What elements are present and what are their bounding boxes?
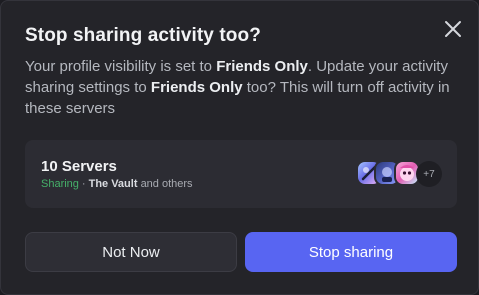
- stop-sharing-button[interactable]: Stop sharing: [245, 232, 457, 272]
- not-now-button[interactable]: Not Now: [25, 232, 237, 272]
- sharing-status: Sharing: [41, 178, 79, 190]
- separator: ·: [81, 178, 86, 190]
- more-servers-count: +7: [416, 161, 442, 187]
- close-icon: [445, 21, 461, 37]
- modal-title: Stop sharing activity too?: [25, 25, 261, 46]
- stop-sharing-modal: Stop sharing activity too? Your profile …: [0, 0, 479, 295]
- description-text: Your profile visibility is set to: [25, 58, 217, 75]
- modal-description: Your profile visibility is set to Friend…: [25, 56, 465, 119]
- servers-card: 10 Servers Sharing · The Vault and others: [25, 140, 457, 208]
- visibility-setting: Friends Only: [216, 58, 308, 75]
- activity-setting: Friends Only: [150, 79, 243, 96]
- server-count: 10 Servers: [41, 158, 117, 175]
- others-label: and others: [140, 178, 193, 190]
- server-name: The Vault: [88, 178, 138, 190]
- server-avatar-stack: +7: [356, 160, 442, 188]
- close-button[interactable]: [439, 15, 467, 43]
- server-icon: [400, 165, 414, 181]
- server-summary: Sharing · The Vault and others: [41, 178, 193, 190]
